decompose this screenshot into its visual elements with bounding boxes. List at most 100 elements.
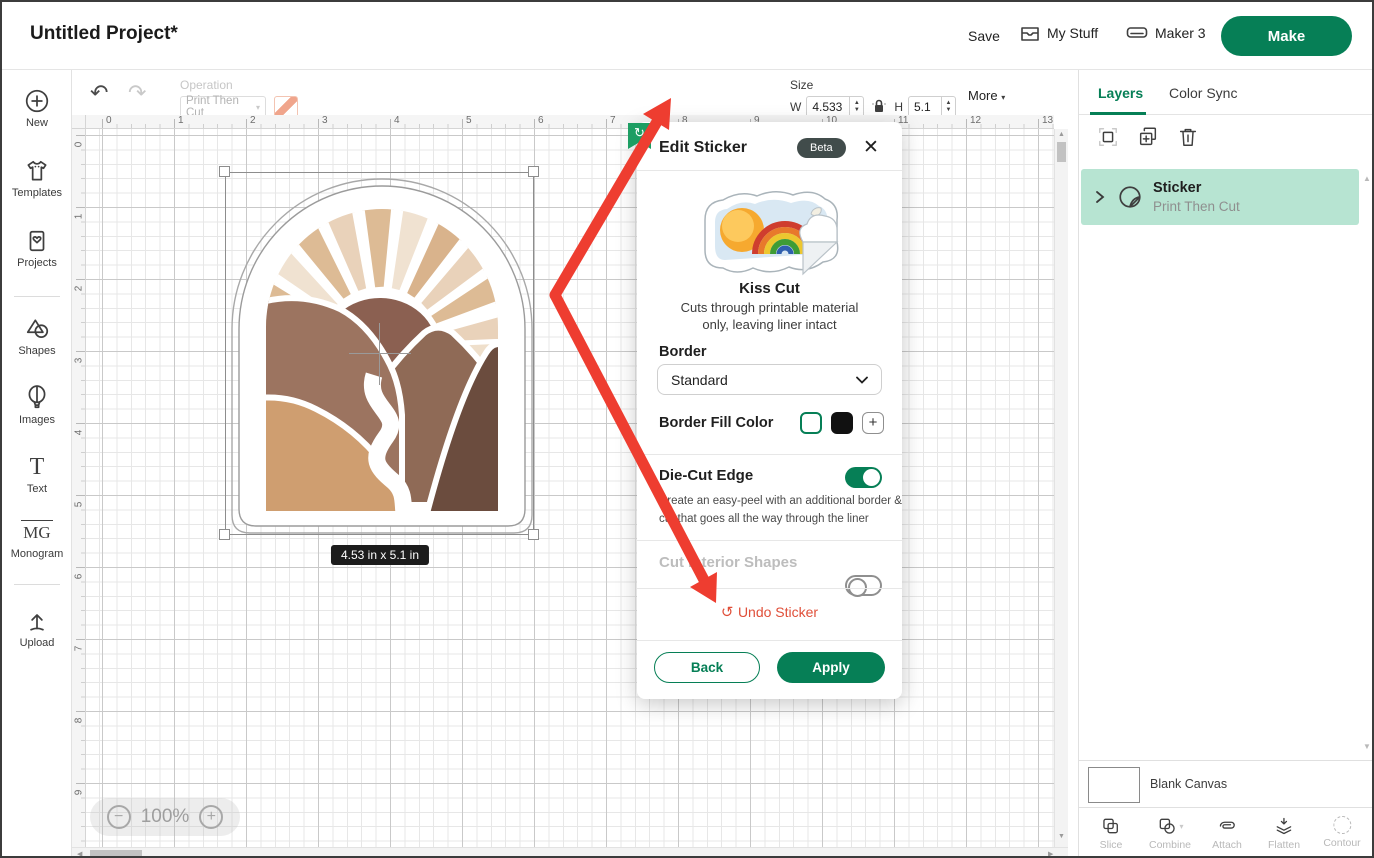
undo-button[interactable]: ↶ xyxy=(90,80,108,106)
machine-select[interactable]: Maker 3 xyxy=(1126,24,1206,42)
vertical-scroll-thumb[interactable] xyxy=(1057,142,1066,162)
my-stuff-label: My Stuff xyxy=(1047,25,1098,41)
layer-row-sticker[interactable]: Sticker Print Then Cut xyxy=(1081,169,1359,225)
new-icon xyxy=(24,88,50,114)
sidebar-item-text[interactable]: T Text xyxy=(2,454,72,495)
scroll-down-arrow[interactable]: ▼ xyxy=(1058,833,1065,840)
scroll-left-arrow[interactable]: ◀ xyxy=(77,850,82,858)
sidebar-label: Upload xyxy=(20,637,55,649)
sidebar-item-projects[interactable]: Projects xyxy=(2,228,72,269)
ruler-number: 12 xyxy=(970,115,981,126)
ruler-number: 0 xyxy=(106,115,112,126)
selection-box[interactable] xyxy=(225,172,534,535)
sidebar-label: Images xyxy=(19,414,55,426)
border-select[interactable]: Standard xyxy=(657,364,882,395)
lock-icon[interactable] xyxy=(871,98,887,116)
zoom-control: − 100% + xyxy=(90,798,240,836)
sidebar-item-shapes[interactable]: Shapes xyxy=(2,316,72,357)
duplicate-icon[interactable] xyxy=(1137,126,1159,148)
flatten-button[interactable]: Flatten xyxy=(1268,816,1300,851)
ruler-number: 5 xyxy=(74,499,85,511)
selection-handle-br[interactable] xyxy=(528,529,539,540)
ruler-number: 2 xyxy=(250,115,256,126)
sidebar-label: New xyxy=(26,117,48,129)
attach-button[interactable]: Attach xyxy=(1212,816,1242,851)
scroll-up-arrow[interactable]: ▲ xyxy=(1058,131,1065,138)
h-ruler: 012345678910111213 xyxy=(86,115,1054,129)
ruler-number: 2 xyxy=(74,283,85,295)
horizontal-scrollbar[interactable]: ◀ ▶ xyxy=(72,847,1068,858)
ruler-number: 7 xyxy=(74,643,85,655)
edit-toolbar: ↶ ↷ Operation Print Then Cut▾ Deselect E… xyxy=(72,70,1078,115)
trash-icon[interactable] xyxy=(1177,126,1199,148)
die-cut-toggle[interactable] xyxy=(845,467,882,488)
contour-button[interactable]: Contour xyxy=(1323,816,1360,849)
height-stepper[interactable]: ▲▼ xyxy=(941,97,955,117)
operation-group: Operation Print Then Cut▾ xyxy=(180,78,298,118)
sidebar-label: Text xyxy=(27,483,47,495)
horizontal-scroll-thumb[interactable] xyxy=(90,850,142,858)
selection-handle-tr[interactable] xyxy=(528,166,539,177)
zoom-in-button[interactable]: + xyxy=(199,805,223,829)
cut-type-desc-2: only, leaving liner intact xyxy=(637,317,902,332)
flatten-icon xyxy=(1274,816,1294,836)
templates-icon xyxy=(24,158,50,184)
right-panel: Layers Color Sync Sticker Print Then Cut… xyxy=(1078,70,1374,858)
my-stuff-button[interactable]: My Stuff xyxy=(1020,24,1098,42)
selection-handle-tl[interactable] xyxy=(219,166,230,177)
chevron-right-icon[interactable] xyxy=(1094,190,1106,204)
selection-handle-bl[interactable] xyxy=(219,529,230,540)
ruler-number: 8 xyxy=(74,715,85,727)
scroll-right-arrow[interactable]: ▶ xyxy=(1048,850,1053,858)
group-icon[interactable] xyxy=(1097,126,1119,148)
more-button[interactable]: More ▾ xyxy=(968,88,1005,103)
blank-canvas-row[interactable]: Blank Canvas xyxy=(1079,760,1374,807)
ruler-number: 6 xyxy=(538,115,544,126)
sidebar-item-new[interactable]: New xyxy=(2,88,72,129)
layers-tabs: Layers Color Sync xyxy=(1079,70,1374,115)
canvas-color-swatch[interactable] xyxy=(1088,767,1140,803)
close-icon[interactable]: ✕ xyxy=(857,134,885,161)
make-button[interactable]: Make xyxy=(1221,16,1352,56)
width-label: W xyxy=(790,100,801,114)
add-color-button[interactable]: + xyxy=(862,412,884,434)
die-cut-label: Die-Cut Edge xyxy=(659,467,753,484)
undo-sticker-button[interactable]: ↺ Undo Sticker xyxy=(637,603,902,622)
die-cut-desc-1: Create an easy-peel with an additional b… xyxy=(659,495,902,507)
tab-layers[interactable]: Layers xyxy=(1098,85,1143,101)
fill-swatch-black[interactable] xyxy=(831,412,853,434)
project-title[interactable]: Untitled Project* xyxy=(30,23,178,45)
tab-color-sync[interactable]: Color Sync xyxy=(1169,85,1237,101)
sidebar-item-images[interactable]: Images xyxy=(2,384,72,426)
zoom-out-button[interactable]: − xyxy=(107,805,131,829)
layer-name: Sticker xyxy=(1153,180,1240,196)
width-value[interactable] xyxy=(807,97,847,117)
border-fill-label: Border Fill Color xyxy=(659,415,773,431)
sidebar-item-monogram[interactable]: MG Monogram xyxy=(2,520,72,560)
apply-button[interactable]: Apply xyxy=(777,652,885,683)
left-sidebar: New Templates Projects Shapes Images T T… xyxy=(2,70,72,858)
height-value[interactable] xyxy=(909,97,939,117)
width-stepper[interactable]: ▲▼ xyxy=(849,97,863,117)
sidebar-label: Monogram xyxy=(11,548,64,560)
slice-button[interactable]: Slice xyxy=(1100,816,1123,851)
layers-scroll-down-arrow[interactable]: ▼ xyxy=(1363,742,1371,751)
vertical-scrollbar[interactable]: ▲ ▼ xyxy=(1054,129,1068,847)
sidebar-item-upload[interactable]: Upload xyxy=(2,608,72,649)
combine-button[interactable]: ▾ Combine xyxy=(1149,816,1191,851)
border-label: Border xyxy=(659,344,707,360)
save-button[interactable]: Save xyxy=(968,28,1000,44)
chevron-down-icon xyxy=(856,376,868,384)
fill-swatch-white[interactable] xyxy=(800,412,822,434)
chevron-down-icon: ▾ xyxy=(1001,93,1005,102)
sidebar-label: Projects xyxy=(17,257,57,269)
sidebar-label: Templates xyxy=(12,187,62,199)
sidebar-item-templates[interactable]: Templates xyxy=(2,158,72,199)
back-button[interactable]: Back xyxy=(654,652,760,683)
redo-button[interactable]: ↷ xyxy=(128,80,146,106)
undo-icon: ↶ xyxy=(90,80,108,105)
cut-interior-toggle[interactable] xyxy=(845,575,882,596)
height-label: H xyxy=(894,100,903,114)
layers-scroll-up-arrow[interactable]: ▲ xyxy=(1363,174,1371,183)
ruler-number: 7 xyxy=(610,115,616,126)
